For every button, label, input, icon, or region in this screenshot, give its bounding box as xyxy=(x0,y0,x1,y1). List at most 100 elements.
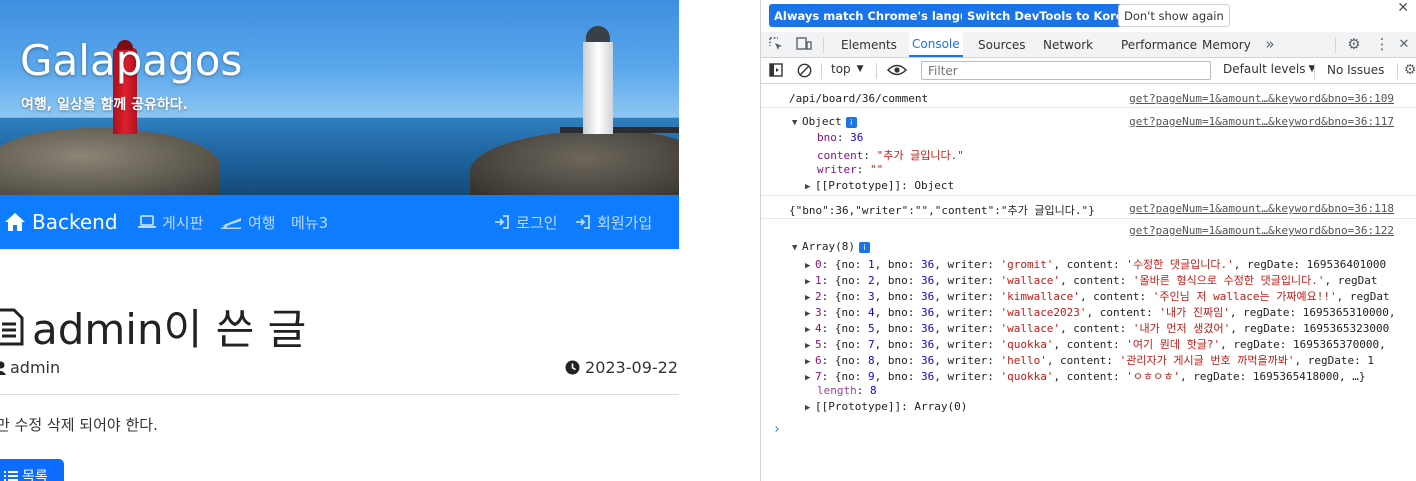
info-icon: i xyxy=(845,117,857,128)
array-item-row[interactable]: ▶ 3: {no: 4, bno: 36, writer: 'wallace202… xyxy=(761,302,1416,319)
prototype-row[interactable]: ▶ [[Prototype]]: Array(0) xyxy=(761,398,1416,414)
array-item-row[interactable]: ▶ 4: {no: 5, bno: 36, writer: 'wallace', … xyxy=(761,318,1416,335)
array-item-row[interactable]: ▶ 5: {no: 7, bno: 36, writer: 'quokka', c… xyxy=(761,334,1416,351)
log-text: /api/board/36/comment xyxy=(789,92,929,105)
list-button[interactable]: 목록 xyxy=(0,459,64,481)
author-name: admin xyxy=(10,358,61,377)
clock-icon xyxy=(565,360,580,375)
array-item-row[interactable]: ▶ 2: {no: 3, bno: 36, writer: 'kimwallace… xyxy=(761,286,1416,303)
console-prompt-icon[interactable]: › xyxy=(773,422,781,437)
source-link[interactable]: get?pageNum=1&amount…&keyword&bno=36:109 xyxy=(1129,92,1394,105)
divider xyxy=(0,394,679,395)
toolbar-separator xyxy=(1397,63,1398,79)
nav-item-travel[interactable]: 여행 xyxy=(220,195,276,249)
length-key: length xyxy=(817,384,857,397)
console-settings-gear-icon[interactable]: ⚙ xyxy=(1401,61,1416,79)
hero-banner: Galapagos 여행, 일상을 함께 공유하다. xyxy=(0,0,679,195)
post-title: admin이 쓴 글 xyxy=(0,296,306,357)
devtools-panel: Always match Chrome's language Switch De… xyxy=(760,0,1416,481)
tab-elements[interactable]: Elements xyxy=(838,32,900,57)
expand-triangle-icon: ▼ xyxy=(792,243,798,253)
laptop-icon xyxy=(138,215,156,228)
filter-input[interactable] xyxy=(921,61,1211,80)
post-body: 만 수정 삭제 되어야 한다. xyxy=(0,416,158,434)
dropdown-arrow-icon: ▼ xyxy=(856,64,864,74)
nav-brand-backend[interactable]: Backend xyxy=(4,195,118,249)
prototype-row[interactable]: ▶ [[Prototype]]: Object xyxy=(761,177,1416,193)
nav-item-label: 메뉴3 xyxy=(291,213,329,232)
document-icon xyxy=(0,308,24,345)
toolbar-separator xyxy=(823,37,824,53)
source-link[interactable]: get?pageNum=1&amount…&keyword&bno=36:117 xyxy=(1129,115,1394,128)
context-value: top xyxy=(831,62,851,76)
sign-in-icon xyxy=(495,215,509,229)
property-value: 36 xyxy=(850,131,864,144)
nav-item-label: 게시판 xyxy=(162,213,204,232)
nav-item-signup[interactable]: 회원가입 xyxy=(575,195,652,249)
post-author: admin xyxy=(0,358,60,377)
close-devtools-icon[interactable]: ✕ xyxy=(1395,35,1413,53)
console-message: /api/board/36/comment get?pageNum=1&amou… xyxy=(761,90,1416,106)
issues-counter[interactable]: No Issues xyxy=(1327,63,1384,77)
site-title[interactable]: Galapagos xyxy=(20,36,242,85)
prototype-label: [[Prototype]]: Object xyxy=(815,179,955,192)
nav-item-login[interactable]: 로그인 xyxy=(494,195,557,249)
clear-console-icon[interactable] xyxy=(795,61,813,79)
tab-network[interactable]: Network xyxy=(1040,32,1096,57)
device-toolbar-icon[interactable] xyxy=(795,35,813,53)
nav-brand-label: Backend xyxy=(32,210,118,234)
tab-memory[interactable]: Memory xyxy=(1199,32,1254,57)
console-message: ▼ Object i get?pageNum=1&amount…&keyword&b… xyxy=(761,113,1416,129)
tab-performance[interactable]: Performance xyxy=(1118,32,1200,57)
source-link[interactable]: get?pageNum=1&amount…&keyword&bno=36:118 xyxy=(1129,202,1394,215)
message-divider xyxy=(761,107,1416,108)
array-item-row[interactable]: ▶ 0: {no: 1, bno: 36, writer: 'gromit', c… xyxy=(761,254,1416,271)
message-divider xyxy=(761,218,1416,219)
source-link[interactable]: get?pageNum=1&amount…&keyword&bno=36:122 xyxy=(1129,224,1394,237)
toolbar-separator xyxy=(1335,37,1336,53)
toolbar-separator xyxy=(876,63,877,79)
inspect-element-icon[interactable] xyxy=(767,35,785,53)
sidebar-toggle-icon[interactable] xyxy=(767,61,785,79)
array-item-row[interactable]: ▶ 1: {no: 2, bno: 36, writer: 'wallace', … xyxy=(761,270,1416,287)
settings-gear-icon[interactable]: ⚙ xyxy=(1345,35,1363,53)
array-item-row[interactable]: ▶ 7: {no: 9, bno: 36, writer: 'quokka', c… xyxy=(761,366,1416,383)
tab-console[interactable]: Console xyxy=(909,32,963,57)
object-header[interactable]: ▼ Object i xyxy=(792,115,857,128)
prototype-label: [[Prototype]]: Array(0) xyxy=(815,400,968,413)
close-icon[interactable]: ✕ xyxy=(1397,0,1409,16)
object-label: Object xyxy=(802,115,842,128)
array-length-row: length: 8 xyxy=(817,384,877,397)
array-item-row[interactable]: ▶ 6: {no: 8, bno: 36, writer: 'hello', co… xyxy=(761,350,1416,367)
nav-item-label: 여행 xyxy=(248,213,276,232)
devtools-tab-bar: Elements Console Sources Network Perform… xyxy=(761,32,1416,58)
object-property: writer: "" xyxy=(817,163,884,176)
array-label: Array(8) xyxy=(802,240,855,253)
log-levels-select[interactable]: Default levels ▼ xyxy=(1223,62,1315,76)
property-key: bno xyxy=(817,131,837,144)
site-subtitle: 여행, 일상을 함께 공유하다. xyxy=(21,97,188,113)
post-date: 2023-09-22 xyxy=(565,358,678,377)
property-value: "" xyxy=(870,163,884,176)
expand-triangle-icon: ▶ xyxy=(805,403,811,413)
white-lighthouse xyxy=(583,26,613,134)
tab-sources[interactable]: Sources xyxy=(975,32,1028,57)
plane-icon xyxy=(221,218,241,229)
nav-item-board[interactable]: 게시판 xyxy=(138,195,203,249)
nav-item-menu3[interactable]: 메뉴3 xyxy=(291,195,328,249)
list-icon xyxy=(4,471,18,481)
more-tabs-icon[interactable]: » xyxy=(1261,35,1279,53)
toolbar-separator xyxy=(821,63,822,79)
console-toolbar: top ▼ Default levels ▼ No Issues ⚙ xyxy=(761,58,1416,84)
dont-show-again-button[interactable]: Don't show again xyxy=(1118,4,1230,27)
user-icon xyxy=(0,361,6,375)
pier xyxy=(560,127,679,133)
context-select[interactable]: top ▼ xyxy=(831,62,864,76)
expand-triangle-icon: ▼ xyxy=(792,118,798,128)
toolbar-separator xyxy=(1314,63,1315,79)
kebab-menu-icon[interactable]: ⋮ xyxy=(1373,35,1391,53)
console-message: get?pageNum=1&amount…&keyword&bno=36:122 xyxy=(761,222,1416,238)
info-icon: i xyxy=(858,242,870,253)
eye-icon[interactable] xyxy=(886,61,908,79)
array-header[interactable]: ▼ Array(8) i xyxy=(761,238,1416,254)
